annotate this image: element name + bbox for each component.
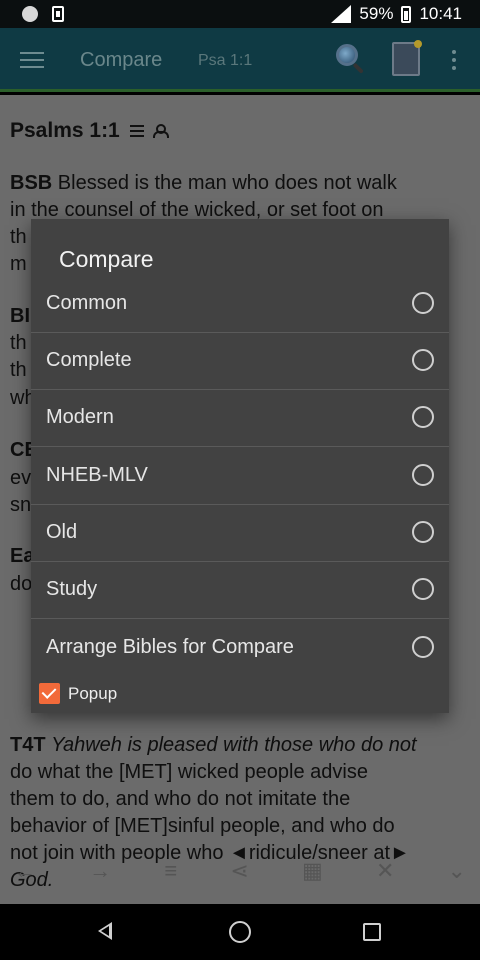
verse-text-bsb: BSB Blessed is the man who does not walk (10, 170, 470, 197)
list-icon[interactable]: ≡ (164, 858, 177, 898)
book-icon[interactable] (392, 40, 422, 76)
option-label: Study (46, 578, 98, 600)
verse-line: do what the [MET] wicked people advise (10, 761, 368, 783)
radio-button[interactable] (412, 349, 434, 371)
overflow-menu-icon[interactable] (452, 50, 456, 70)
radio-button[interactable] (412, 406, 434, 428)
battery-icon (401, 5, 412, 23)
home-icon[interactable] (229, 921, 251, 943)
system-nav-bar (0, 904, 480, 960)
popup-checkbox[interactable] (39, 683, 60, 704)
bottom-toolbar: ← → ≡ ⋖ ▦ ✕ ⌄ (0, 858, 480, 898)
option-label: Modern (46, 406, 114, 428)
option-label: Complete (46, 349, 132, 371)
verse-heading-text: Psalms 1:1 (10, 119, 120, 142)
radio-button[interactable] (412, 578, 434, 600)
option-modern[interactable]: Modern (31, 390, 449, 447)
dialog-title: Compare (59, 246, 154, 272)
popup-toggle[interactable]: Popup (39, 683, 117, 704)
forward-arrow-icon[interactable]: → (89, 858, 111, 898)
calendar-icon[interactable]: ▦ (302, 858, 323, 898)
verse-text-t4t: T4T Yahweh is pleased with those who do … (10, 732, 470, 759)
page-title: Compare (80, 49, 163, 71)
radio-button[interactable] (412, 464, 434, 486)
option-nheb-mlv[interactable]: NHEB-MLV (31, 448, 449, 505)
verse-line: Yahweh is pleased with those who do not (51, 734, 417, 756)
battery-percent: 59% (359, 4, 394, 23)
tools-icon[interactable]: ✕ (376, 858, 394, 898)
notification-dot-icon (22, 6, 38, 22)
chevron-down-icon[interactable]: ⌄ (448, 858, 466, 898)
list-icon[interactable] (129, 125, 144, 137)
app-bar: Compare Psa 1:1 (0, 28, 480, 92)
verse-heading: Psalms 1:1 (10, 119, 169, 143)
sim-card-icon (52, 6, 64, 22)
verse-line: behavior of [MET]sinful people, and who … (10, 815, 395, 837)
compare-dialog: Compare Common Complete Modern NHEB-MLV … (31, 219, 449, 713)
back-arrow-icon[interactable]: ← (14, 858, 36, 898)
radio-button[interactable] (412, 636, 434, 658)
share-icon[interactable]: ⋖ (230, 858, 248, 898)
translation-abbr: T4T (10, 734, 46, 756)
clock: 10:41 (419, 4, 462, 23)
option-label: Common (46, 292, 128, 314)
option-arrange-bibles[interactable]: Arrange Bibles for Compare (31, 620, 449, 677)
option-label: NHEB-MLV (46, 464, 148, 486)
option-study[interactable]: Study (31, 562, 449, 619)
person-icon[interactable] (152, 124, 169, 138)
option-complete[interactable]: Complete (31, 333, 449, 390)
menu-icon[interactable] (20, 52, 44, 70)
back-icon[interactable] (98, 922, 112, 940)
option-old[interactable]: Old (31, 505, 449, 562)
verse-line: them to do, and who do not imitate the (10, 788, 351, 810)
option-label: Arrange Bibles for Compare (46, 636, 294, 658)
radio-button[interactable] (412, 292, 434, 314)
option-common[interactable]: Common (31, 276, 449, 333)
translation-abbr: BSB (10, 172, 53, 194)
option-label: Old (46, 521, 78, 543)
signal-icon (331, 5, 352, 23)
popup-label: Popup (68, 683, 118, 703)
verse-line: Blessed is the man who does not walk (52, 172, 397, 194)
verse-reference[interactable]: Psa 1:1 (198, 52, 252, 70)
recents-icon[interactable] (363, 923, 381, 941)
translation-abbr-text: BI (10, 305, 30, 327)
status-bar: 59% 10:41 (0, 0, 480, 28)
search-icon[interactable] (334, 42, 368, 76)
radio-button[interactable] (412, 521, 434, 543)
